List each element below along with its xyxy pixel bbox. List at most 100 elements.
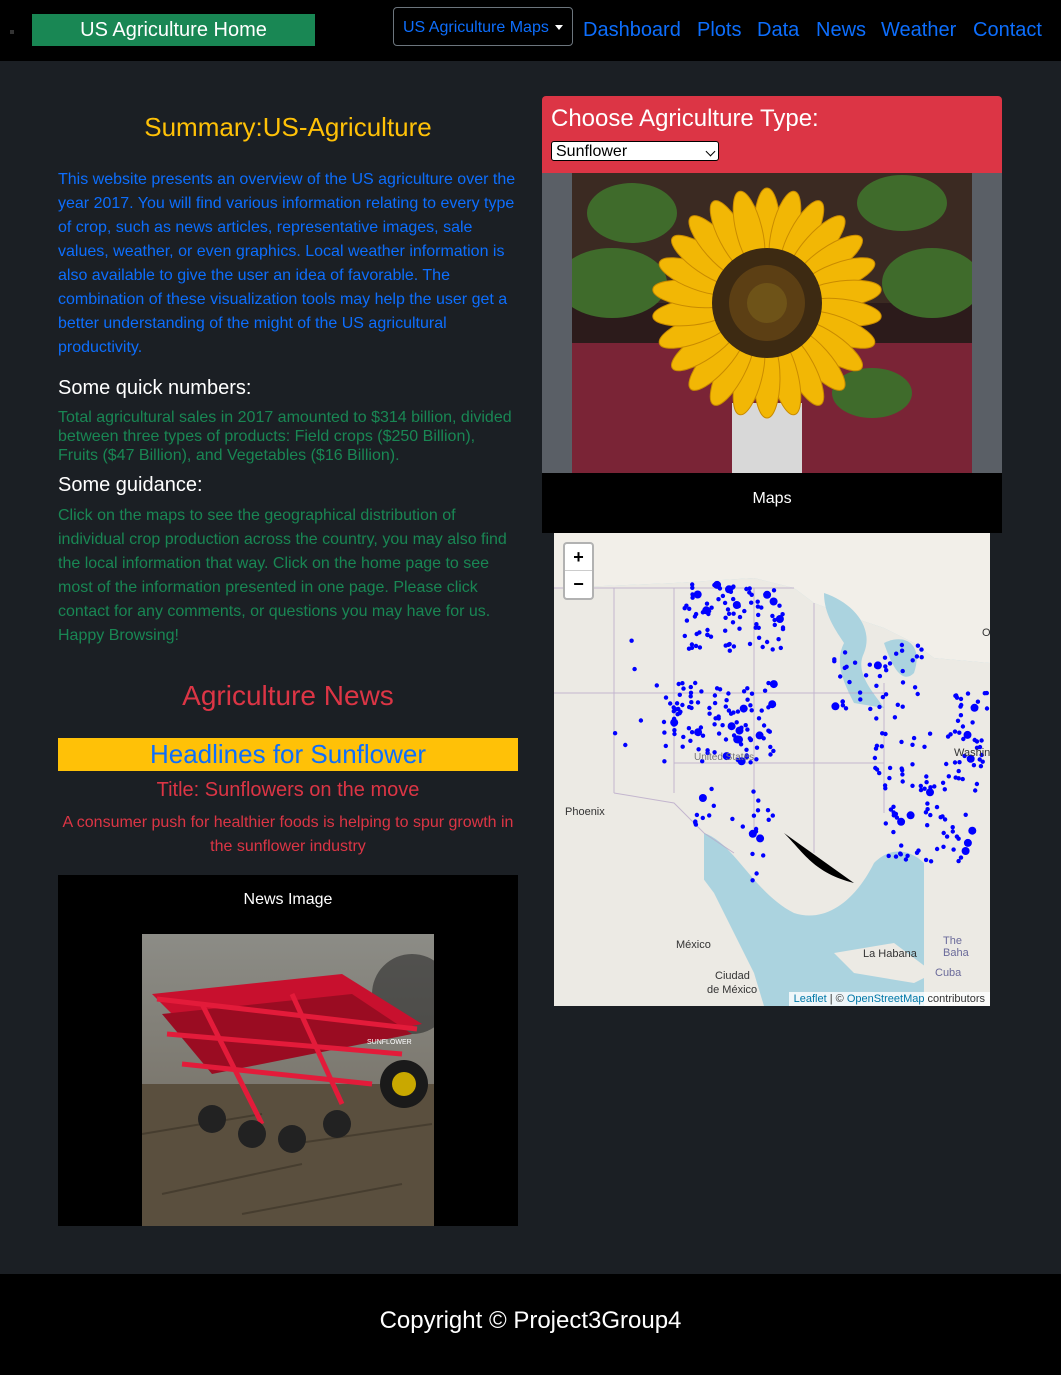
map-marker[interactable] (738, 742, 744, 747)
nav-link-weather[interactable]: Weather (881, 17, 956, 43)
map-marker[interactable] (950, 825, 955, 830)
map-marker[interactable] (883, 786, 888, 791)
map-marker[interactable] (842, 650, 848, 655)
map-marker[interactable] (731, 733, 737, 738)
map-marker[interactable] (680, 681, 685, 686)
map-marker[interactable] (867, 662, 872, 667)
map-marker[interactable] (689, 700, 694, 705)
map-marker[interactable] (934, 846, 940, 852)
map-marker[interactable] (688, 684, 693, 690)
map-marker[interactable] (974, 781, 980, 787)
map-marker[interactable] (762, 688, 768, 693)
map-marker[interactable] (877, 704, 882, 710)
map-marker[interactable] (887, 775, 892, 781)
map-marker[interactable] (687, 606, 692, 611)
map-marker[interactable] (951, 847, 956, 852)
map-marker[interactable] (672, 728, 677, 733)
map-marker[interactable] (906, 811, 915, 820)
map-marker[interactable] (765, 808, 771, 813)
map-marker[interactable] (899, 648, 905, 653)
map-marker[interactable] (745, 686, 750, 691)
map-marker[interactable] (684, 618, 690, 623)
map-marker[interactable] (918, 783, 923, 789)
map-marker[interactable] (932, 784, 937, 789)
map-marker[interactable] (709, 605, 714, 610)
map-marker[interactable] (887, 765, 893, 771)
map-marker[interactable] (764, 593, 770, 598)
map-marker[interactable] (756, 612, 761, 618)
map-marker[interactable] (974, 739, 980, 744)
map-marker[interactable] (754, 757, 759, 762)
map-marker[interactable] (674, 701, 680, 706)
map-marker[interactable] (857, 690, 863, 695)
map-marker[interactable] (877, 673, 883, 679)
agriculture-type-select[interactable]: Sunflower (551, 141, 719, 161)
map-marker[interactable] (755, 599, 760, 604)
map-marker[interactable] (705, 627, 710, 633)
map-marker[interactable] (923, 857, 929, 863)
map-marker[interactable] (928, 859, 934, 864)
map-marker[interactable] (695, 700, 701, 705)
map-marker[interactable] (948, 732, 953, 737)
map-marker[interactable] (677, 692, 682, 697)
map-marker[interactable] (747, 641, 753, 647)
map-marker[interactable] (925, 823, 930, 828)
map-marker[interactable] (895, 702, 900, 707)
map-marker[interactable] (730, 620, 736, 625)
map-marker[interactable] (725, 607, 731, 612)
map-marker[interactable] (754, 622, 759, 627)
map-marker[interactable] (946, 774, 951, 779)
map-marker[interactable] (910, 658, 915, 663)
map-marker[interactable] (623, 742, 628, 748)
map-marker[interactable] (754, 871, 759, 876)
map-marker[interactable] (680, 702, 685, 708)
map-marker[interactable] (709, 786, 714, 792)
map-marker[interactable] (956, 768, 961, 774)
map-marker[interactable] (638, 718, 644, 723)
map-marker[interactable] (728, 589, 734, 594)
map-marker[interactable] (756, 798, 761, 803)
map-marker[interactable] (961, 847, 970, 855)
map-marker[interactable] (914, 654, 920, 659)
map-marker[interactable] (726, 691, 731, 696)
map-marker[interactable] (956, 858, 961, 864)
map-marker[interactable] (900, 772, 905, 777)
map-marker[interactable] (700, 815, 705, 821)
map-marker[interactable] (953, 775, 958, 780)
map-marker[interactable] (838, 674, 843, 679)
map-marker[interactable] (874, 683, 879, 688)
map-marker[interactable] (654, 683, 659, 688)
map-marker[interactable] (707, 813, 712, 818)
map-marker[interactable] (689, 645, 695, 650)
map-marker[interactable] (727, 648, 732, 653)
map-marker[interactable] (852, 660, 858, 665)
map-marker[interactable] (741, 689, 747, 694)
map-marker[interactable] (884, 668, 889, 673)
map-marker[interactable] (840, 703, 846, 708)
map-marker[interactable] (749, 592, 754, 597)
map-marker[interactable] (725, 586, 731, 591)
map-marker[interactable] (910, 783, 915, 788)
map-marker[interactable] (961, 736, 966, 742)
map-marker[interactable] (775, 615, 784, 623)
maps-dropdown-button[interactable]: US Agriculture Maps (393, 7, 573, 46)
map-marker[interactable] (713, 580, 722, 589)
map-marker[interactable] (720, 723, 725, 728)
map-marker[interactable] (692, 614, 698, 619)
map-marker[interactable] (730, 816, 735, 822)
map-marker[interactable] (940, 814, 945, 819)
map-marker[interactable] (724, 698, 729, 703)
map-marker[interactable] (745, 727, 750, 732)
map-marker[interactable] (697, 645, 703, 650)
map-marker[interactable] (735, 726, 744, 735)
nav-link-contact[interactable]: Contact (973, 17, 1042, 43)
map-marker[interactable] (877, 770, 882, 776)
map-marker[interactable] (873, 661, 882, 670)
map-marker[interactable] (676, 681, 681, 687)
map-marker[interactable] (924, 774, 929, 779)
zoom-out-button[interactable]: − (565, 571, 592, 597)
map-marker[interactable] (978, 764, 984, 769)
map-marker[interactable] (893, 854, 899, 859)
map-marker[interactable] (682, 633, 687, 639)
map-marker[interactable] (764, 639, 770, 645)
